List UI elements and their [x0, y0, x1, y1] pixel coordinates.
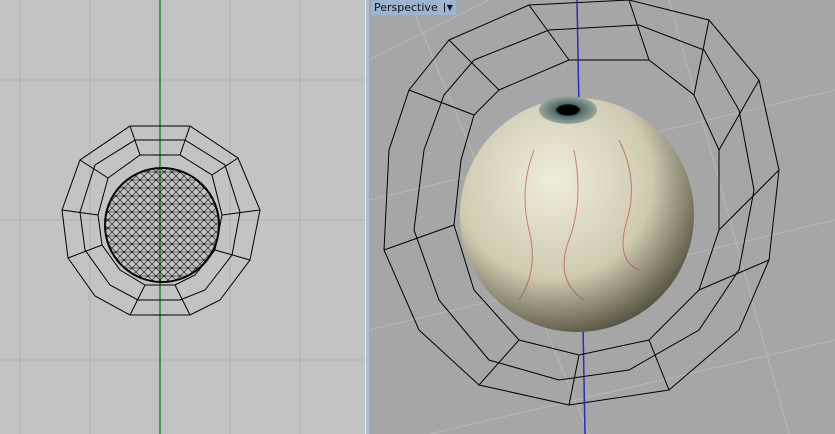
perspective-viewport[interactable]: Perspective ▼: [369, 0, 835, 434]
perspective-viewport-canvas: [369, 0, 835, 434]
eyeball-wireframe[interactable]: [104, 167, 220, 283]
viewport-label-text: Perspective: [374, 1, 438, 14]
eyeball-shaded[interactable]: [460, 98, 694, 332]
eyeball-iris: [539, 96, 597, 124]
left-viewport-canvas: [0, 0, 365, 434]
left-viewport[interactable]: [0, 0, 365, 434]
viewport-label[interactable]: Perspective ▼: [371, 0, 456, 15]
dropdown-arrow-icon[interactable]: ▼: [443, 3, 453, 12]
